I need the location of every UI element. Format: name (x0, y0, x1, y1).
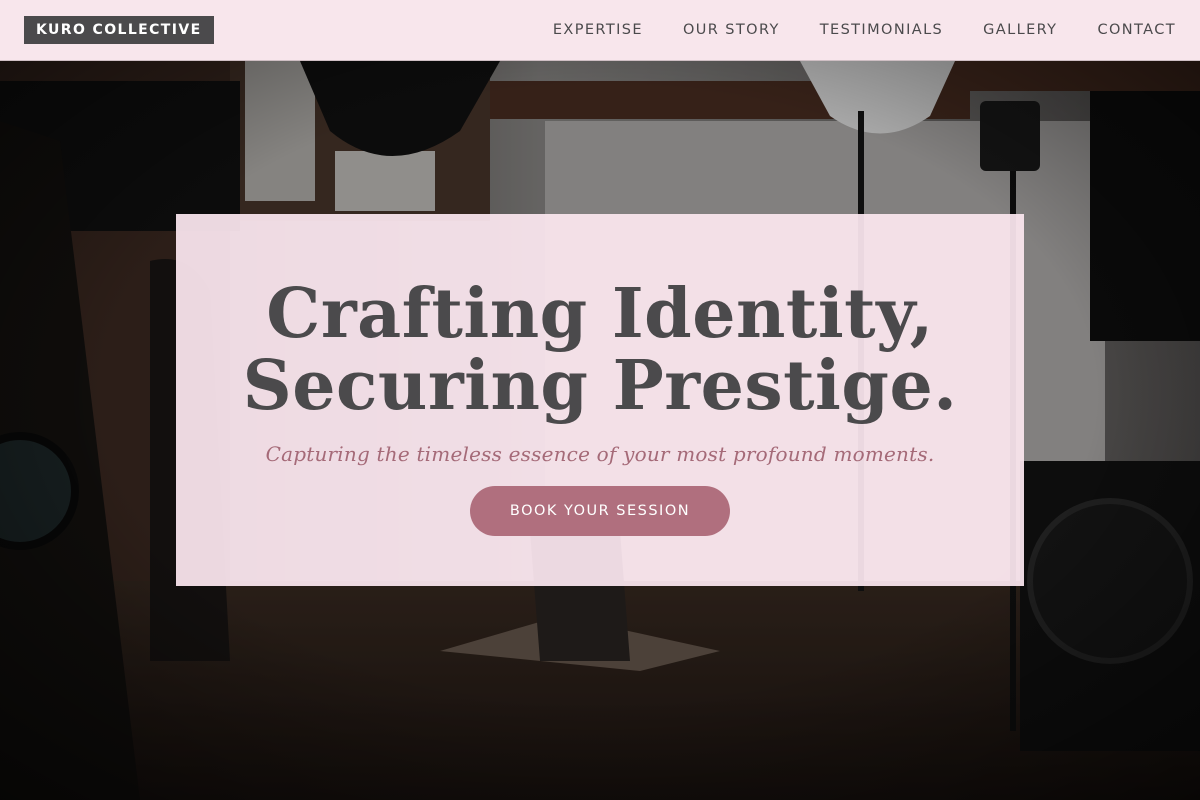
hero-headline: Crafting Identity, Securing Prestige. (243, 278, 958, 422)
book-session-button[interactable]: BOOK YOUR SESSION (470, 486, 730, 536)
brand-logo[interactable]: KURO COLLECTIVE (24, 16, 214, 44)
hero-tagline: Capturing the timeless essence of your m… (265, 442, 935, 466)
nav-item-testimonials[interactable]: TESTIMONIALS (820, 22, 943, 38)
main-nav: EXPERTISE OUR STORY TESTIMONIALS GALLERY… (553, 22, 1176, 38)
nav-item-gallery[interactable]: GALLERY (983, 22, 1057, 38)
hero-card: Crafting Identity, Securing Prestige. Ca… (176, 214, 1024, 586)
nav-item-our-story[interactable]: OUR STORY (683, 22, 780, 38)
site-header: KURO COLLECTIVE EXPERTISE OUR STORY TEST… (0, 0, 1200, 61)
nav-item-expertise[interactable]: EXPERTISE (553, 22, 643, 38)
headline-line-1: Crafting Identity, (266, 274, 934, 354)
nav-item-contact[interactable]: CONTACT (1097, 22, 1176, 38)
headline-line-2: Securing Prestige. (242, 346, 958, 426)
